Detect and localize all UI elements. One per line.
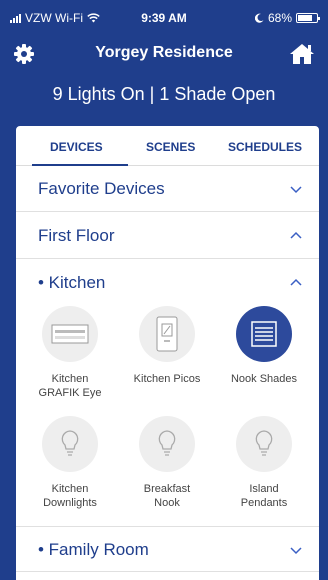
device-label: Island Pendants	[240, 483, 288, 509]
pico-remote-icon	[156, 316, 178, 352]
device-nook-shades[interactable]: Nook Shades	[219, 306, 309, 386]
device-label: Kitchen Picos	[133, 373, 201, 385]
light-bulb-icon	[255, 430, 273, 456]
tab-schedules[interactable]: SCHEDULES	[228, 140, 302, 154]
section-label: • Kitchen	[38, 273, 106, 292]
tab-bar: DEVICES SCENES SCHEDULES	[16, 126, 319, 166]
chevron-down-icon	[290, 186, 302, 194]
device-icon-circle	[42, 416, 98, 472]
moon-icon	[254, 13, 264, 23]
device-label: Kitchen GRAFIK Eye	[38, 373, 102, 399]
device-kitchen-downlights[interactable]: Kitchen Downlights	[25, 416, 115, 510]
device-island-pendants[interactable]: Island Pendants	[219, 416, 309, 510]
status-bar: VZW Wi-Fi 9:39 AM 68%	[0, 0, 328, 36]
grafik-eye-icon	[51, 324, 89, 344]
status-summary: 9 Lights On | 1 Shade Open	[52, 84, 276, 104]
section-favorite-devices[interactable]: Favorite Devices	[16, 166, 319, 212]
device-icon-circle	[236, 416, 292, 472]
section-first-floor[interactable]: First Floor	[16, 213, 319, 259]
tab-devices[interactable]: DEVICES	[50, 140, 103, 154]
devices-card: DEVICES SCENES SCHEDULES Favorite Device…	[16, 126, 319, 580]
section-label: Favorite Devices	[38, 179, 165, 198]
section-label: • Family Room	[38, 540, 149, 559]
device-label: Kitchen Downlights	[43, 483, 97, 509]
device-icon-circle	[236, 306, 292, 362]
tab-scenes[interactable]: SCENES	[146, 140, 195, 154]
device-icon-circle	[139, 306, 195, 362]
device-breakfast-nook[interactable]: Breakfast Nook	[122, 416, 212, 510]
device-kitchen-picos[interactable]: Kitchen Picos	[122, 306, 212, 386]
light-bulb-icon	[158, 430, 176, 456]
device-label: Breakfast Nook	[143, 483, 191, 509]
page-title: Yorgey Residence	[95, 44, 233, 61]
device-icon-circle	[42, 306, 98, 362]
chevron-down-icon	[290, 547, 302, 555]
battery-group: 68%	[254, 11, 320, 25]
device-label: Nook Shades	[230, 373, 298, 385]
device-icon-circle	[139, 416, 195, 472]
battery-percent: 68%	[267, 11, 292, 25]
section-family-room[interactable]: • Family Room	[16, 526, 319, 572]
light-bulb-icon	[61, 430, 79, 456]
section-kitchen[interactable]: • Kitchen	[16, 260, 319, 306]
home-icon[interactable]	[288, 42, 316, 66]
chevron-up-icon	[290, 231, 302, 239]
chevron-up-icon	[290, 278, 302, 286]
section-label: First Floor	[38, 226, 115, 245]
app-header: Yorgey Residence	[0, 36, 328, 72]
battery-icon	[296, 13, 320, 23]
device-kitchen-grafik-eye[interactable]: Kitchen GRAFIK Eye	[25, 306, 115, 400]
shade-icon	[251, 321, 277, 347]
